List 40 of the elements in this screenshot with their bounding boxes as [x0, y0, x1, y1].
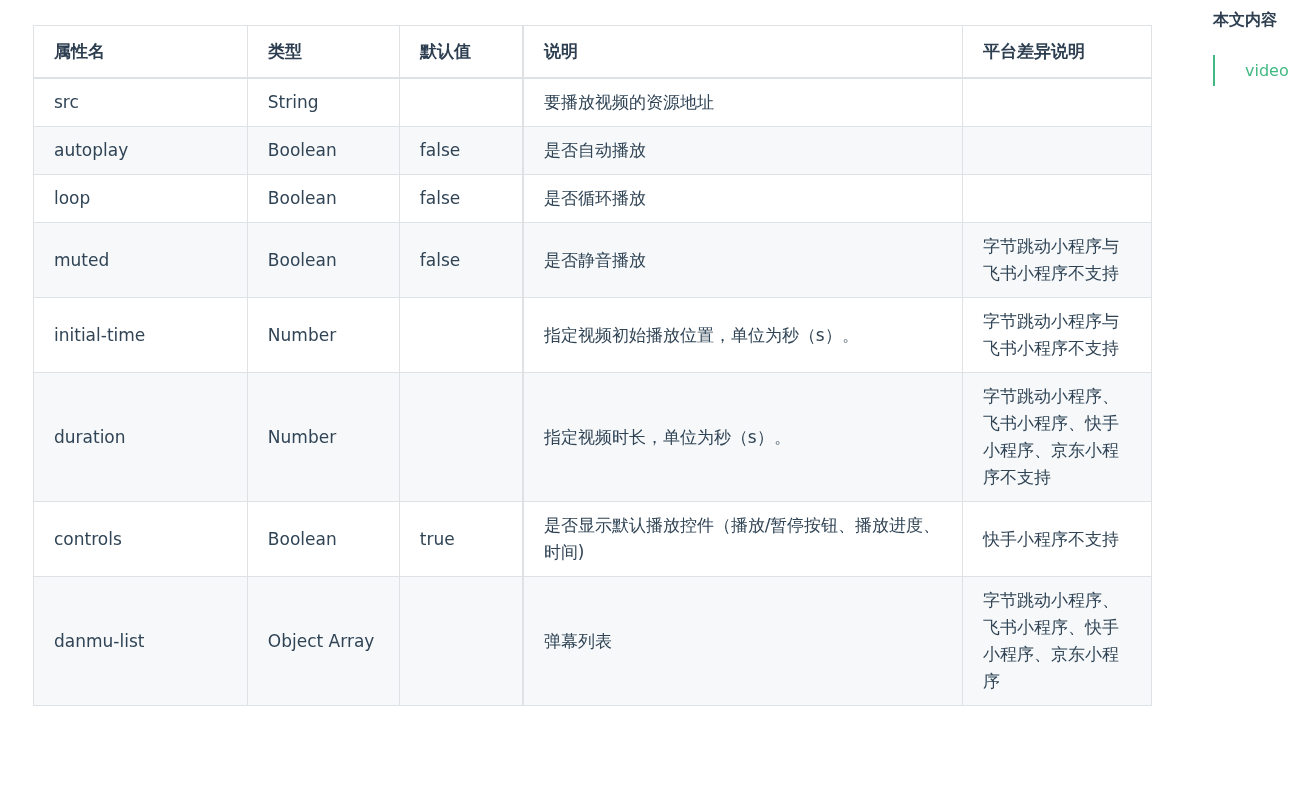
table-cell-text: Number	[267, 324, 337, 345]
table-cell-text: 指定视频初始播放位置，单位为秒（s）。	[543, 324, 859, 345]
table-cell-text: src	[54, 92, 79, 112]
table-cell-text: Boolean	[267, 528, 337, 549]
table-cell-text: 指定视频时长，单位为秒（s）。	[543, 426, 791, 447]
table-cell-text: Number	[267, 426, 337, 447]
table-cell-text: 字节跳动小程序与飞书小程序不支持	[983, 311, 1120, 358]
table-cell-text: true	[419, 528, 455, 549]
column-header: 属性名	[33, 25, 248, 78]
table-cell-text: 要播放视频的资源地址	[543, 92, 714, 112]
column-header: 平台差异说明	[962, 25, 1152, 78]
table-cell-text: false	[419, 188, 461, 208]
table-cell-text: false	[419, 249, 461, 270]
column-header: 说明	[522, 25, 963, 78]
table-cell-text: 字节跳动小程序、飞书小程序、快手小程序、京东小程序不支持	[983, 386, 1120, 487]
table-cell-text: 是否自动播放	[543, 140, 646, 160]
table-cell-text: 字节跳动小程序与飞书小程序不支持	[983, 236, 1120, 283]
table-cell-text: duration	[54, 426, 126, 447]
table-cell-text: initial-time	[54, 324, 146, 345]
column-header: 类型	[247, 25, 400, 78]
table-cell-text: controls	[54, 528, 122, 549]
table-cell-text: muted	[54, 249, 110, 270]
table-cell-text: loop	[54, 188, 91, 208]
table-cell-text: 是否循环播放	[543, 188, 646, 208]
table-cell-text: 是否显示默认播放控件（播放/暂停按钮、播放进度、时间)	[543, 515, 941, 562]
column-header: 默认值	[399, 25, 523, 78]
table-cell-text: danmu-list	[54, 630, 145, 651]
table-cell-text: 弹幕列表	[543, 630, 612, 651]
table-cell-text: 是否静音播放	[543, 249, 646, 270]
table-cell-text: Boolean	[267, 249, 337, 270]
table-cell-text: autoplay	[54, 140, 129, 160]
table-cell-text: Object Array	[267, 630, 375, 651]
table-cell-text: false	[419, 140, 461, 160]
table-cell-text: 字节跳动小程序、飞书小程序、快手小程序、京东小程序	[983, 590, 1120, 691]
table-cell-text: Boolean	[267, 188, 337, 208]
table-cell-text: String	[267, 92, 319, 112]
toc-title: 本文内容	[1213, 10, 1278, 31]
table-cell-text: Boolean	[267, 140, 337, 160]
table-cell-text: 快手小程序不支持	[983, 528, 1120, 549]
toc-link[interactable]: video	[1213, 55, 1289, 86]
